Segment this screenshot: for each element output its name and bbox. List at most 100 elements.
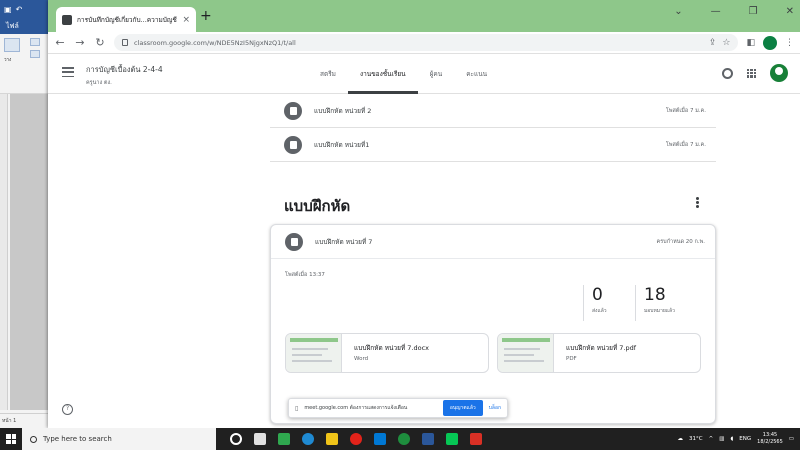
line-icon[interactable] (446, 433, 458, 445)
close-tab-icon[interactable]: × (182, 15, 190, 25)
classroom-header: การบัญชีเบื้องต้น 2-4-4 ครูนาง ตง. สตรีม… (48, 54, 800, 94)
browser-window: การบันทึกบัญชีเกี่ยวกับ...ความบัญชีเบื้อ… (48, 0, 800, 428)
topic-more-icon[interactable] (696, 197, 699, 208)
tab-people[interactable]: ผู้คน (418, 54, 455, 94)
attachment-thumbnail (498, 334, 554, 372)
clock-date: 18/2/2565 (757, 439, 783, 445)
menu-kebab-icon[interactable]: ⋮ (785, 38, 794, 48)
class-name: การบัญชีเบื้องต้น 2-4-4 (86, 65, 163, 74)
assignment-date: โพสต์เมื่อ 7 ม.ค. (665, 141, 706, 148)
assignment-icon (285, 232, 303, 251)
list-item[interactable]: แบบฝึกหัด หน่วยที่1 โพสต์เมื่อ 7 ม.ค. (270, 128, 716, 162)
assignment-icon (284, 101, 302, 120)
word-tab-file[interactable]: ไฟล์ (0, 18, 52, 34)
attachment-docx[interactable]: แบบฝึกหัด หน่วยที่ 7.docx Word (285, 333, 489, 373)
vertical-ruler (0, 94, 8, 410)
search-icon (30, 435, 37, 443)
assignment-icon (284, 135, 302, 154)
mail-icon[interactable] (374, 433, 386, 445)
forward-icon[interactable]: → (74, 36, 86, 49)
turned-in-stat[interactable]: 0 ส่งแล้ว (583, 285, 635, 321)
word-icon[interactable] (422, 433, 434, 445)
assignment-due: ครบกำหนด 20 ก.พ. (656, 238, 705, 245)
windows-start-icon[interactable] (0, 428, 22, 450)
class-title-block[interactable]: การบัญชีเบื้องต้น 2-4-4 ครูนาง ตง. (86, 64, 163, 87)
tab-grades[interactable]: คะแนน (454, 54, 499, 94)
tab-stream[interactable]: สตรีม (308, 54, 348, 94)
task-view-icon[interactable] (254, 433, 266, 445)
weather-temp[interactable]: 31°C (689, 436, 703, 442)
close-window-icon[interactable]: ✕ (786, 6, 794, 17)
avatar[interactable] (770, 64, 788, 82)
undo-icon[interactable]: ↶ (16, 5, 23, 14)
file-explorer-icon[interactable] (326, 433, 338, 445)
edge-legacy-icon[interactable] (278, 433, 290, 445)
profile-avatar[interactable] (763, 35, 777, 50)
attachment-type: PDF (566, 356, 577, 362)
posted-time: โพสต์เมื่อ 13:37 (285, 272, 325, 278)
copy-icon[interactable] (30, 50, 40, 58)
lock-icon[interactable] (122, 39, 128, 46)
list-item[interactable]: แบบฝึกหัด หน่วยที่ 2 โพสต์เมื่อ 7 ม.ค. (270, 94, 716, 128)
browser-tab[interactable]: การบันทึกบัญชีเกี่ยวกับ...ความบัญชีเบื้อ… (56, 7, 196, 32)
save-icon[interactable]: ▣ (4, 5, 12, 14)
word-document-area (10, 94, 52, 410)
assignment-name: แบบฝึกหัด หน่วยที่1 (314, 140, 370, 149)
previous-topic-list: แบบฝึกหัด หน่วยที่ 2 โพสต์เมื่อ 7 ม.ค. แ… (270, 94, 716, 162)
maximize-icon[interactable]: ❐ (749, 6, 758, 17)
cut-icon[interactable] (30, 38, 40, 46)
share-icon[interactable]: ⇪ (709, 38, 717, 48)
apps-grid-icon[interactable] (747, 68, 756, 78)
word-titlebar: ▣ ↶ (0, 0, 52, 18)
cortana-icon[interactable] (230, 433, 242, 445)
window-controls: ⌄ — ❐ ✕ (674, 6, 794, 17)
bell-icon: ▯ (295, 404, 299, 412)
assignment-name: แบบฝึกหัด หน่วยที่ 2 (314, 106, 372, 115)
attachment-pdf[interactable]: แบบฝึกหัด หน่วยที่ 7.pdf PDF (497, 333, 701, 373)
reload-icon[interactable]: ↻ (94, 36, 106, 49)
assignment-date: โพสต์เมื่อ 7 ม.ค. (665, 107, 706, 114)
word-window: ▣ ↶ ไฟล์ วาง หน้า 1 (0, 0, 52, 428)
clock[interactable]: 13:45 18/2/2565 (757, 432, 783, 446)
allow-button[interactable]: อนุญาตแล้ว (442, 400, 483, 416)
paste-icon[interactable] (4, 38, 20, 52)
volume-icon[interactable]: ◖ (730, 436, 733, 442)
search-placeholder: Type here to search (43, 435, 112, 443)
chevron-up-icon[interactable]: ^ (709, 436, 714, 442)
minimize-icon[interactable]: — (711, 6, 721, 17)
tab-classwork[interactable]: งานของชั้นเรียน (347, 54, 418, 94)
word-ribbon: วาง (0, 34, 52, 94)
address-bar[interactable]: classroom.google.com/w/NDE5NzI5NjgxNzQ1/… (114, 34, 739, 51)
chrome-app-icon[interactable] (470, 433, 482, 445)
system-tray: ☁ 31°C ^ ▥ ◖ ENG 13:45 18/2/2565 ▭ (677, 428, 794, 450)
assigned-label: มอบหมายแล้ว (644, 308, 675, 314)
gear-icon[interactable] (722, 67, 733, 79)
new-tab-icon[interactable]: + (200, 9, 212, 23)
weather-icon[interactable]: ☁ (677, 436, 683, 442)
assignment-card-header[interactable]: แบบฝึกหัด หน่วยที่ 7 ครบกำหนด 20 ก.พ. (271, 225, 715, 259)
topic-title: แบบฝึกหัด (284, 197, 351, 215)
assigned-stat[interactable]: 18 มอบหมายแล้ว (635, 285, 687, 321)
block-button[interactable]: บล็อก (489, 404, 501, 412)
turned-in-count: 0 (592, 285, 603, 305)
attachment-type: Word (354, 356, 369, 362)
edge-icon[interactable] (302, 433, 314, 445)
clock-time: 13:45 (762, 432, 778, 438)
network-icon[interactable]: ▥ (719, 436, 724, 442)
assignment-name: แบบฝึกหัด หน่วยที่ 7 (315, 237, 373, 246)
paste-label: วาง (4, 58, 12, 63)
notifications-icon[interactable]: ▭ (789, 436, 794, 442)
page-indicator: หน้า 1 (2, 418, 17, 424)
opera-icon[interactable] (350, 433, 362, 445)
main-menu-icon[interactable] (62, 67, 74, 77)
bookmark-star-icon[interactable]: ☆ (722, 38, 730, 48)
taskbar-search[interactable]: Type here to search (22, 428, 216, 450)
help-icon[interactable]: ? (62, 404, 73, 415)
chevron-down-icon[interactable]: ⌄ (674, 6, 682, 17)
extension-icon[interactable]: ◧ (746, 38, 755, 48)
language-indicator[interactable]: ENG (739, 436, 751, 442)
classroom-tabs: สตรีม งานของชั้นเรียน ผู้คน คะแนน (308, 54, 499, 94)
back-icon[interactable]: ← (54, 36, 66, 49)
chrome-icon[interactable] (398, 433, 410, 445)
assignment-card: แบบฝึกหัด หน่วยที่ 7 ครบกำหนด 20 ก.พ. โพ… (270, 224, 716, 424)
